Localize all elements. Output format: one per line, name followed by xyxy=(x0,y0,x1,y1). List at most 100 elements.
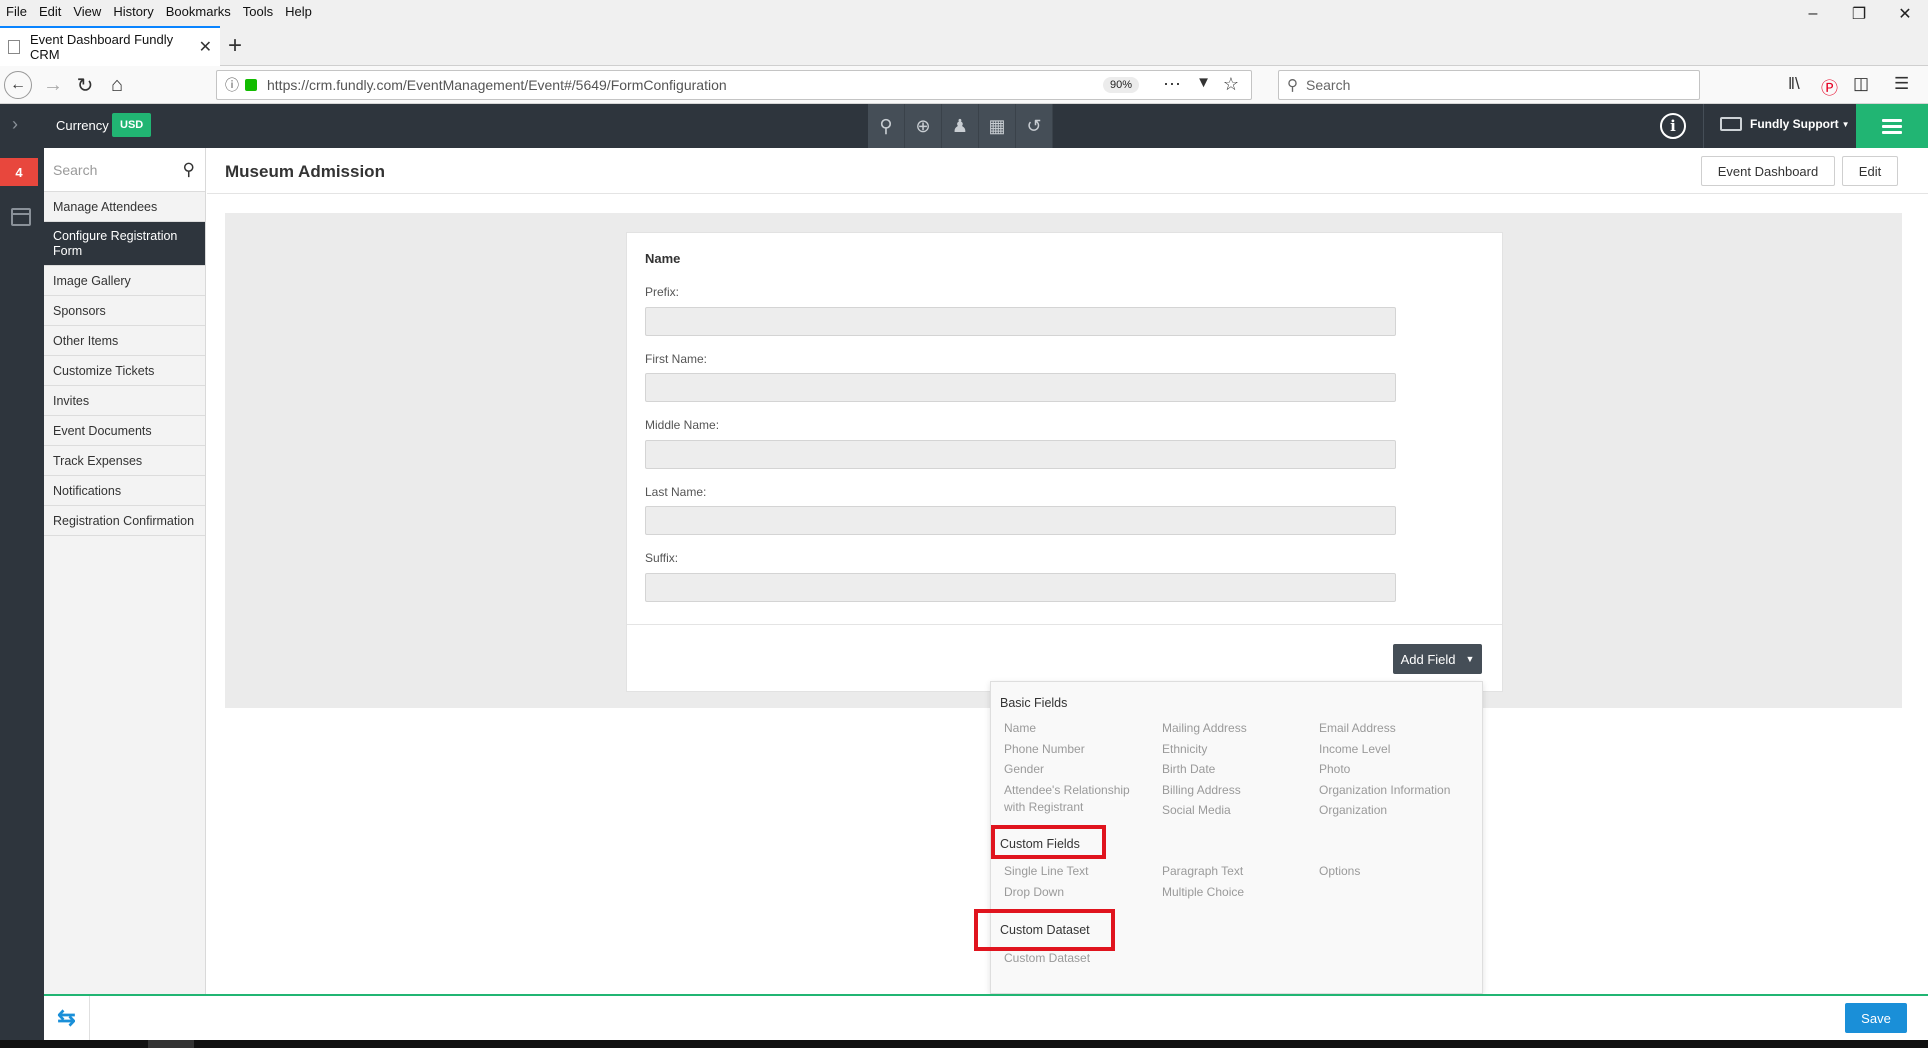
prefix-field[interactable] xyxy=(645,307,1396,336)
currency-badge[interactable]: USD xyxy=(112,113,152,137)
header-divider xyxy=(1703,104,1704,148)
pocket-icon[interactable]: ▼ xyxy=(1196,74,1211,91)
calendar-icon[interactable] xyxy=(11,208,31,226)
id-card-icon xyxy=(1720,117,1742,131)
donation-icon[interactable]: ▦ xyxy=(979,104,1016,148)
option-billing-address[interactable]: Billing Address xyxy=(1162,782,1241,799)
option-drop-down[interactable]: Drop Down xyxy=(1004,884,1064,901)
library-icon[interactable]: ‖\ xyxy=(1788,74,1800,94)
sidebar-toggle-icon[interactable]: ◫ xyxy=(1853,74,1869,94)
menu-history[interactable]: History xyxy=(107,4,159,19)
pinterest-icon[interactable]: Ⓟ xyxy=(1821,74,1838,99)
chevron-down-icon: ▼ xyxy=(1841,119,1850,129)
first-name-field[interactable] xyxy=(645,373,1396,402)
caret-down-icon: ▼ xyxy=(1465,654,1475,664)
sidebar-item-other-items[interactable]: Other Items xyxy=(44,326,205,356)
event-dashboard-button[interactable]: Event Dashboard xyxy=(1701,156,1835,186)
lock-icon xyxy=(245,79,257,91)
info-icon[interactable]: i xyxy=(1660,113,1686,139)
custom-fields-highlight-box xyxy=(991,825,1106,859)
home-icon[interactable]: ⌂ xyxy=(102,70,132,100)
form-canvas: Name Prefix: First Name: Middle Name: La… xyxy=(225,213,1902,708)
taskbar-item[interactable] xyxy=(148,1040,194,1048)
form-divider xyxy=(627,624,1502,625)
notification-badge[interactable]: 4 xyxy=(0,158,38,186)
sidebar-item-notifications[interactable]: Notifications xyxy=(44,476,205,506)
middle-name-label: Middle Name: xyxy=(645,418,720,432)
last-name-label: Last Name: xyxy=(645,485,707,499)
browser-menu-icon[interactable]: ☰ xyxy=(1894,74,1909,94)
menu-help[interactable]: Help xyxy=(279,4,318,19)
currency-label: Currency xyxy=(56,118,109,133)
middle-name-field[interactable] xyxy=(645,440,1396,469)
browser-tab[interactable]: Event Dashboard Fundly CRM ✕ xyxy=(0,26,220,66)
option-email-address[interactable]: Email Address xyxy=(1319,720,1396,737)
sidebar-item-manage-attendees[interactable]: Manage Attendees xyxy=(44,192,205,222)
back-icon[interactable]: ← xyxy=(4,71,32,99)
new-tab-icon[interactable]: + xyxy=(228,32,242,60)
reload-icon[interactable]: ↻ xyxy=(70,70,100,100)
sidebar-item-registration-confirmation[interactable]: Registration Confirmation xyxy=(44,506,205,536)
main-menu-button[interactable] xyxy=(1856,104,1928,148)
address-bar[interactable]: ⓘ https://crm.fundly.com/EventManagement… xyxy=(216,70,1252,100)
option-social-media[interactable]: Social Media xyxy=(1162,802,1231,819)
first-name-label: First Name: xyxy=(645,352,708,366)
option-options[interactable]: Options xyxy=(1319,863,1360,880)
option-multiple-choice[interactable]: Multiple Choice xyxy=(1162,884,1244,901)
zoom-level[interactable]: 90% xyxy=(1102,77,1139,93)
expand-chevron-icon[interactable]: › xyxy=(12,114,18,135)
basic-fields-heading: Basic Fields xyxy=(1000,696,1068,710)
bottom-action-bar: ⇆ Save xyxy=(44,994,1928,1040)
menu-file[interactable]: File xyxy=(0,4,33,19)
option-paragraph-text[interactable]: Paragraph Text xyxy=(1162,863,1243,880)
user-menu[interactable]: Fundly Support ▼ xyxy=(1720,117,1850,131)
person-icon[interactable]: ♟ xyxy=(942,104,979,148)
url-text: https://crm.fundly.com/EventManagement/E… xyxy=(267,77,727,93)
option-organization-information[interactable]: Organization Information xyxy=(1319,782,1450,799)
sidebar-search-input[interactable] xyxy=(53,161,183,178)
menu-view[interactable]: View xyxy=(67,4,107,19)
history-icon[interactable]: ↺ xyxy=(1016,104,1053,148)
menu-bookmarks[interactable]: Bookmarks xyxy=(160,4,237,19)
add-circle-icon[interactable]: ⊕ xyxy=(905,104,942,148)
sidebar-item-image-gallery[interactable]: Image Gallery xyxy=(44,266,205,296)
last-name-field[interactable] xyxy=(645,506,1396,535)
add-field-dropdown: Basic Fields Name Phone Number Gender At… xyxy=(974,681,1483,994)
suffix-label: Suffix: xyxy=(645,551,679,565)
sidebar-item-invites[interactable]: Invites xyxy=(44,386,205,416)
back-arrow-icon[interactable]: ⇆ xyxy=(44,996,90,1040)
browser-search-field[interactable]: ⚲ Search xyxy=(1278,70,1700,100)
sidebar-item-configure-registration-form[interactable]: Configure Registration Form xyxy=(44,222,205,266)
search-icon[interactable]: ⚲ xyxy=(868,104,905,148)
option-income-level[interactable]: Income Level xyxy=(1319,741,1390,758)
option-organization[interactable]: Organization xyxy=(1319,802,1387,819)
sidebar-item-customize-tickets[interactable]: Customize Tickets xyxy=(44,356,205,386)
bookmark-star-icon[interactable]: ☆ xyxy=(1223,74,1239,95)
sidebar-item-event-documents[interactable]: Event Documents xyxy=(44,416,205,446)
option-single-line-text[interactable]: Single Line Text xyxy=(1004,863,1089,880)
option-custom-dataset[interactable]: Custom Dataset xyxy=(1004,950,1090,967)
option-birth-date[interactable]: Birth Date xyxy=(1162,761,1215,778)
option-ethnicity[interactable]: Ethnicity xyxy=(1162,741,1207,758)
option-name[interactable]: Name xyxy=(1004,720,1036,737)
save-button[interactable]: Save xyxy=(1845,1003,1907,1033)
option-attendee-relationship[interactable]: Attendee's Relationship with Registrant xyxy=(1004,782,1144,816)
sidebar-item-sponsors[interactable]: Sponsors xyxy=(44,296,205,326)
option-mailing-address[interactable]: Mailing Address xyxy=(1162,720,1247,737)
search-icon[interactable]: ⚲ xyxy=(183,160,195,180)
menu-tools[interactable]: Tools xyxy=(237,4,279,19)
option-photo[interactable]: Photo xyxy=(1319,761,1350,778)
option-phone-number[interactable]: Phone Number xyxy=(1004,741,1085,758)
add-field-label: Add Field xyxy=(1400,651,1456,667)
page-favicon-icon xyxy=(8,40,20,54)
forward-icon[interactable]: → xyxy=(38,70,68,100)
close-tab-icon[interactable]: ✕ xyxy=(199,37,212,57)
sidebar-item-track-expenses[interactable]: Track Expenses xyxy=(44,446,205,476)
site-info-icon[interactable]: ⓘ xyxy=(225,75,239,95)
edit-button[interactable]: Edit xyxy=(1842,156,1898,186)
suffix-field[interactable] xyxy=(645,573,1396,602)
menu-edit[interactable]: Edit xyxy=(33,4,67,19)
option-gender[interactable]: Gender xyxy=(1004,761,1044,778)
page-actions-icon[interactable]: ⋯ xyxy=(1163,74,1181,95)
add-field-button[interactable]: Add Field ▼ xyxy=(1393,644,1482,674)
